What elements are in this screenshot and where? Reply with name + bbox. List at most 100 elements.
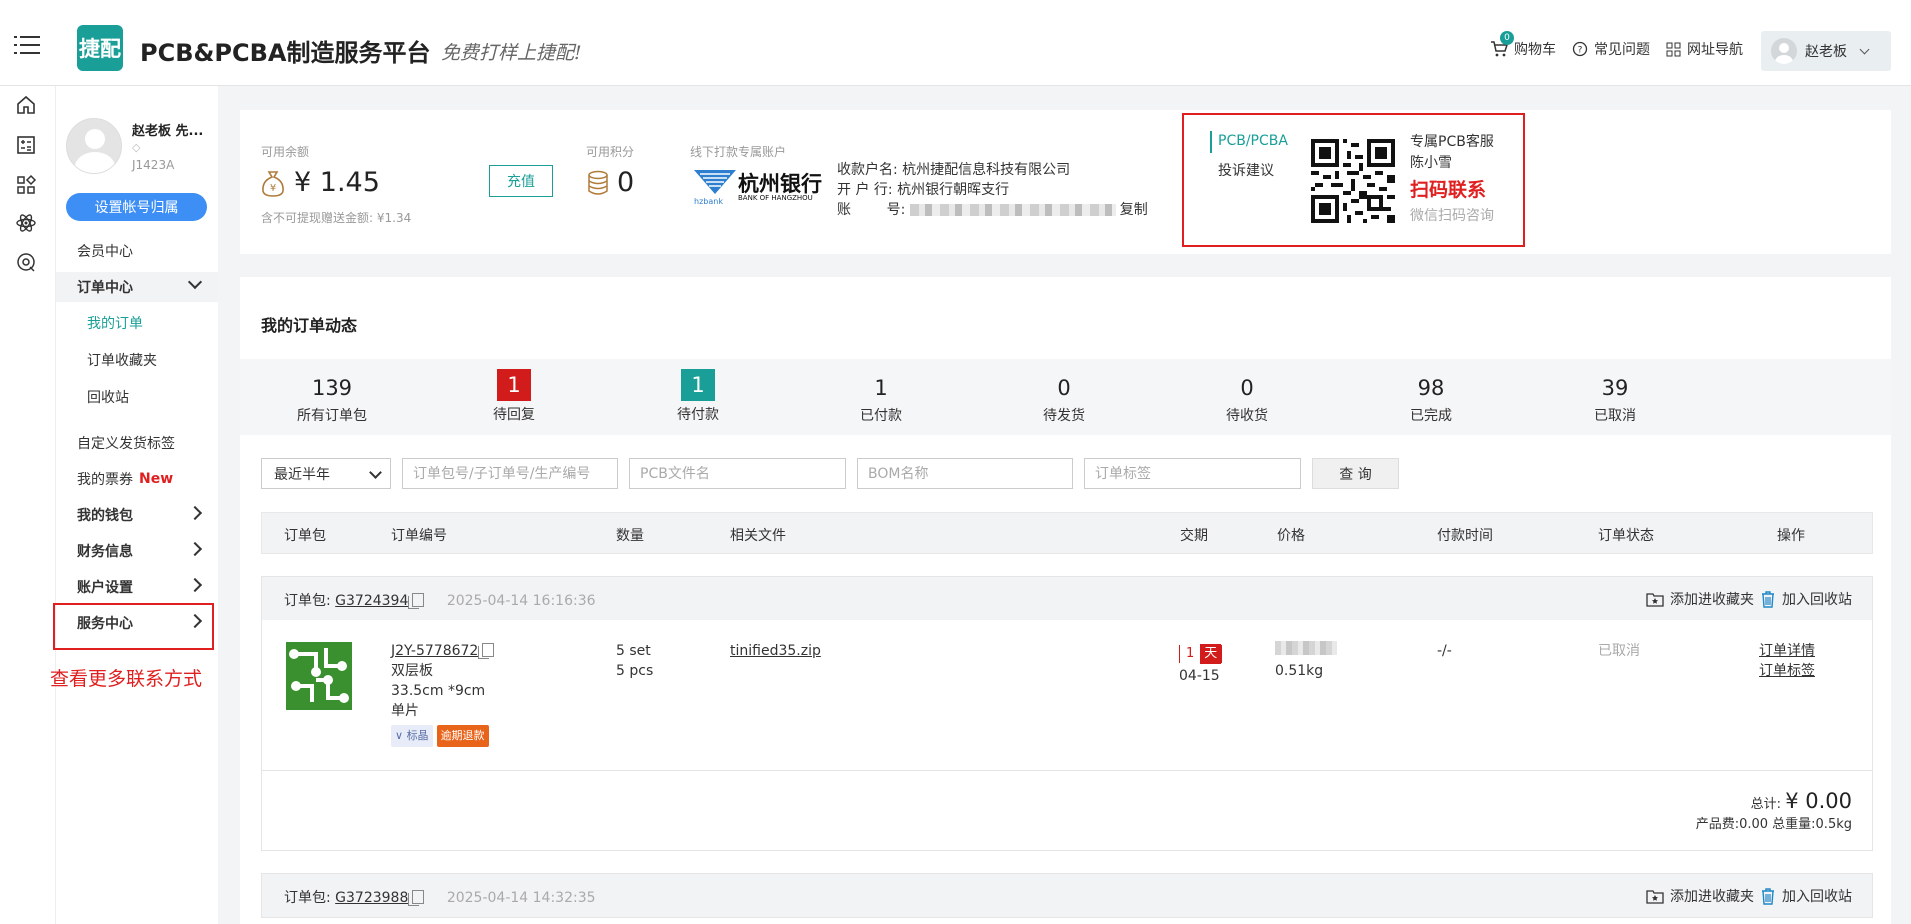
sidebar-item-label: 我的票券 — [77, 472, 133, 488]
copy-link[interactable]: 复制 — [1120, 202, 1148, 218]
sidebar-item-my-tickets[interactable]: 我的票券 New — [56, 464, 218, 494]
payee-line: 收款户名: 杭州捷配信息科技有限公司 — [837, 162, 1071, 178]
order-tag-link[interactable]: 订单标签 — [1759, 663, 1815, 679]
chevron-right-icon — [187, 577, 203, 593]
order-number-input[interactable] — [402, 458, 618, 489]
query-button[interactable]: 查 询 — [1312, 458, 1399, 489]
board-size: 33.5cm *9cm — [391, 683, 486, 699]
faq-link[interactable]: ? 常见问题 — [1572, 39, 1650, 59]
favorite-folder-icon[interactable] — [1646, 591, 1664, 607]
bom-name-input[interactable] — [857, 458, 1073, 489]
crystal-tag: ∨ 标晶 — [391, 725, 433, 747]
sidebar-item-my-orders[interactable]: 我的订单 — [56, 308, 218, 338]
trash-icon[interactable] — [1760, 887, 1776, 905]
stat-pending-reply[interactable]: 1 待回复 — [454, 369, 574, 424]
sidebar-item-label: 订单收藏夹 — [87, 353, 157, 369]
active-tab-indicator — [1210, 131, 1212, 153]
pcb-filename-input[interactable] — [629, 458, 846, 489]
setup-account-button[interactable]: 设置帐号归属 — [66, 193, 207, 221]
contact-note: 查看更多联系方式 — [50, 668, 203, 690]
stat-label: 待发货 — [1043, 408, 1085, 424]
total-summary: 总计: ¥ 0.00 产品费:0.00 总重量:0.5kg — [1696, 789, 1852, 832]
bank-logo: hzbank 杭州银行 BANK OF HANGZHOU — [692, 164, 822, 206]
package-date: 2025-04-14 16:16:36 — [446, 593, 596, 609]
stat-to-receive[interactable]: 0 待收货 — [1187, 373, 1307, 425]
due-days-unit: 天 — [1200, 644, 1222, 664]
file-link[interactable]: tinified35.zip — [730, 643, 821, 659]
sidebar-item-recycle-bin[interactable]: 回收站 — [56, 382, 218, 412]
sidebar-item-account-settings[interactable]: 账户设置 — [56, 572, 218, 602]
stat-to-ship[interactable]: 0 待发货 — [1004, 373, 1124, 425]
avatar[interactable] — [66, 118, 122, 174]
add-to-favorites-link[interactable]: 添加进收藏夹 — [1670, 589, 1754, 609]
copy-icon[interactable] — [408, 593, 425, 609]
date-range-value: 最近半年 — [274, 466, 330, 483]
stat-pending-payment[interactable]: 1 待付款 — [638, 369, 758, 424]
sidebar-item-order-center[interactable]: 订单中心 — [56, 272, 218, 302]
recharge-button[interactable]: 充值 — [489, 165, 553, 197]
tab-complaint[interactable]: 投诉建议 — [1218, 160, 1274, 180]
total-detail: 产品费:0.00 总重量:0.5kg — [1695, 817, 1852, 832]
copy-icon[interactable] — [408, 890, 425, 906]
sitemap-link[interactable]: 网址导航 — [1666, 39, 1743, 59]
column-header: 订单包 — [284, 528, 326, 544]
money-bag-icon: ¥ — [262, 170, 284, 197]
menu-toggle-icon[interactable] — [14, 36, 40, 56]
related-file: tinified35.zip — [730, 641, 821, 661]
stat-cancelled[interactable]: 39 已取消 — [1555, 373, 1675, 425]
stat-label: 已取消 — [1594, 408, 1636, 424]
sidebar-item-member-center[interactable]: 会员中心 — [56, 236, 218, 266]
masked-price — [1275, 641, 1337, 655]
sidebar-item-finance-info[interactable]: 财务信息 — [56, 536, 218, 566]
order-number-link[interactable]: J2Y-5778672 — [391, 643, 478, 659]
sidebar-item-my-wallet[interactable]: 我的钱包 — [56, 500, 218, 530]
order-tag-input[interactable] — [1084, 458, 1301, 489]
stat-completed[interactable]: 98 已完成 — [1371, 373, 1491, 425]
package-id-link[interactable]: G3723988 — [335, 890, 408, 906]
new-badge: New — [139, 471, 174, 487]
table-row: J2Y-5778672 双层板 33.5cm *9cm 单片 ∨ 标晶 逾期退款 … — [261, 620, 1873, 771]
stat-label: 已付款 — [860, 408, 902, 424]
payment-time: -/- — [1437, 643, 1452, 659]
favorite-folder-icon[interactable] — [1646, 888, 1664, 904]
package-id-link[interactable]: G3724394 — [335, 593, 408, 609]
platform-title: PCB&PCBA制造服务平台 — [140, 39, 431, 67]
stat-value: 39 — [1601, 376, 1629, 400]
sidebar-item-order-favorites[interactable]: 订单收藏夹 — [56, 345, 218, 375]
svg-text:?: ? — [1578, 46, 1583, 56]
atom-icon[interactable] — [15, 212, 37, 234]
sidebar-item-label: 会员中心 — [77, 244, 133, 260]
calculator-icon[interactable] — [15, 134, 37, 156]
stat-all-packages[interactable]: 139 所有订单包 — [272, 373, 392, 425]
date-range-select[interactable]: 最近半年 — [261, 458, 391, 489]
stat-label: 已完成 — [1410, 408, 1452, 424]
copy-icon[interactable] — [478, 643, 495, 659]
stat-paid[interactable]: 1 已付款 — [821, 373, 941, 425]
package-label: 订单包: — [284, 890, 331, 906]
due-days-badge: 1天 — [1179, 644, 1223, 664]
column-header: 交期 — [1180, 528, 1208, 544]
balance-label: 可用余额 — [261, 145, 310, 159]
add-to-recycle-link[interactable]: 加入回收站 — [1782, 886, 1852, 906]
table-header: 订单包 订单编号 数量 相关文件 交期 价格 付款时间 订单状态 操作 — [261, 512, 1873, 554]
service-icon[interactable] — [15, 251, 37, 273]
package-info: 订单包: G3724394 2025-04-14 16:16:36 — [284, 590, 596, 610]
add-to-favorites-link[interactable]: 添加进收藏夹 — [1670, 886, 1754, 906]
add-to-recycle-link[interactable]: 加入回收站 — [1782, 589, 1852, 609]
sidebar-item-custom-labels[interactable]: 自定义发货标签 — [56, 428, 218, 458]
apps-icon[interactable] — [15, 174, 37, 196]
user-menu[interactable]: 赵老板 — [1761, 31, 1891, 71]
chevron-right-icon — [187, 505, 203, 521]
cart-link[interactable]: 购物车 — [1490, 39, 1556, 59]
stat-value: 1 — [874, 376, 888, 400]
bank-small-text: hzbank — [694, 197, 723, 206]
package-actions: 添加进收藏夹 加入回收站 — [1646, 589, 1852, 609]
logo[interactable]: 捷配 — [77, 25, 123, 71]
faq-label: 常见问题 — [1594, 42, 1650, 58]
home-icon[interactable] — [15, 94, 37, 116]
order-detail-link[interactable]: 订单详情 — [1759, 643, 1815, 659]
balance-note: 含不可提现赠送金额: ¥1.34 — [261, 211, 412, 225]
tag-label: 标晶 — [406, 729, 429, 742]
tab-pcb[interactable]: PCB/PCBA — [1218, 133, 1288, 149]
trash-icon[interactable] — [1760, 590, 1776, 608]
